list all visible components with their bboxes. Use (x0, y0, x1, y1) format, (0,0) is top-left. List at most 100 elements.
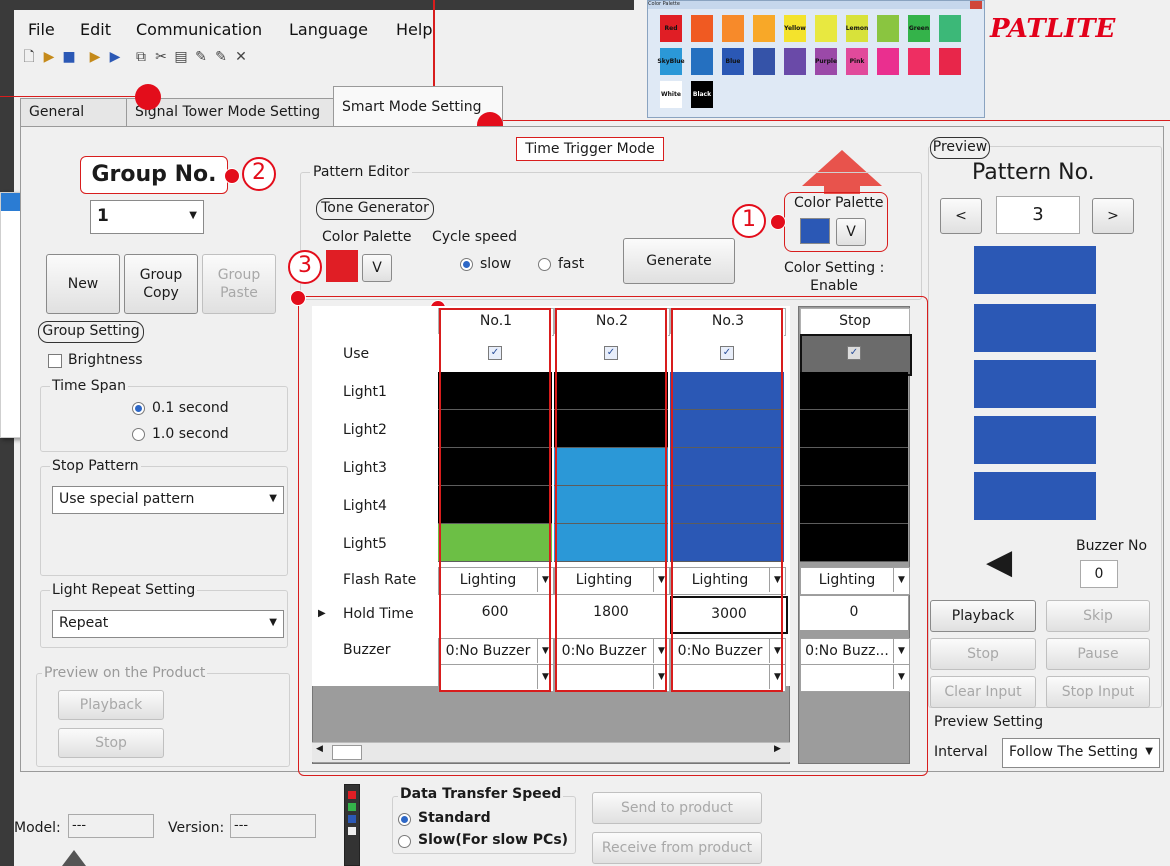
hold-time-cell[interactable]: 0 (800, 596, 908, 630)
palette-swatch[interactable]: Green (908, 15, 930, 42)
menu-edit[interactable]: Edit (80, 20, 111, 39)
palette-swatch[interactable] (939, 48, 961, 75)
buzzer-value: 0:No Buzz... (805, 643, 889, 659)
export-icon[interactable]: ▶ (106, 48, 124, 66)
grid-scrollbar[interactable]: ◀ ▶ (312, 742, 790, 762)
new-group-button[interactable]: New (46, 254, 120, 314)
delete-icon[interactable]: ✕ (232, 48, 250, 66)
mode-label: Time Trigger Mode (516, 137, 664, 161)
buzzer-no-label: Buzzer No (1076, 538, 1148, 554)
receive-from-product-button[interactable]: Receive from product (592, 832, 762, 864)
cycle-fast-radio[interactable] (538, 258, 551, 271)
palette-swatch[interactable] (753, 48, 775, 75)
palette-swatch[interactable]: White (660, 81, 682, 108)
row-label: Light1 (343, 384, 387, 400)
import-icon[interactable]: ▶ (86, 48, 104, 66)
column-highlight (671, 308, 783, 692)
slow-pc-label: Slow(For slow PCs) (418, 832, 569, 848)
group-copy-button[interactable]: Group Copy (124, 254, 198, 314)
flash-rate-select[interactable]: Lighting ▼ (800, 567, 910, 595)
palette-swatch[interactable] (908, 48, 930, 75)
buzzer-no-field[interactable]: 0 (1080, 560, 1118, 588)
light-cell[interactable] (800, 486, 908, 524)
speaker-icon: ◀ (986, 542, 1013, 582)
menu-communication[interactable]: Communication (136, 20, 262, 39)
edit-icon[interactable]: ✎ (192, 48, 210, 66)
copy-icon[interactable]: ⧉ (132, 48, 150, 66)
light-repeat-value: Repeat (59, 615, 109, 631)
send-to-product-button[interactable]: Send to product (592, 792, 762, 824)
menu-language[interactable]: Language (289, 20, 368, 39)
palette-swatch[interactable] (784, 48, 806, 75)
palette-swatch[interactable]: Black (691, 81, 713, 108)
preview-stop-button[interactable]: Stop (930, 638, 1036, 670)
palette-popup-title: Color Palette (648, 1, 680, 7)
palette-swatch[interactable] (722, 15, 744, 42)
light-cell[interactable] (800, 372, 908, 410)
scroll-right-icon[interactable]: ▶ (774, 744, 781, 754)
group-no-select[interactable]: 1 ▼ (90, 200, 204, 234)
empty-select[interactable]: ▼ (800, 664, 910, 692)
paste-icon[interactable]: ▤ (172, 48, 190, 66)
new-file-icon[interactable]: 🗋 (20, 48, 38, 66)
preview-light-5 (974, 472, 1096, 520)
interval-select[interactable]: Follow The Setting ▼ (1002, 738, 1160, 768)
edit-all-icon[interactable]: ✎ (212, 48, 230, 66)
palette-swatch[interactable] (939, 15, 961, 42)
palette-swatch[interactable]: SkyBlue (657, 48, 685, 75)
menu-file[interactable]: File (28, 20, 55, 39)
palette-swatch[interactable]: Purple (815, 48, 837, 75)
cycle-slow-radio[interactable] (460, 258, 473, 271)
standard-radio[interactable] (398, 813, 411, 826)
palette-swatch[interactable]: Blue (722, 48, 744, 75)
stop-pattern-select[interactable]: Use special pattern ▼ (52, 486, 284, 514)
pattern-prev-button[interactable]: < (940, 198, 982, 234)
palette-swatch[interactable]: Lemon (846, 15, 868, 42)
buzzer-select[interactable]: 0:No Buzz... ▼ (800, 638, 910, 666)
palette-swatch[interactable] (815, 15, 837, 42)
stop-input-button[interactable]: Stop Input (1046, 676, 1150, 708)
tone-generator-label: Tone Generator (316, 198, 434, 220)
product-playback-button[interactable]: Playback (58, 690, 164, 720)
light-cell[interactable] (800, 410, 908, 448)
row-label: Light5 (343, 536, 387, 552)
light-cell[interactable] (800, 524, 908, 562)
palette-swatch[interactable] (691, 48, 713, 75)
pattern-next-button[interactable]: > (1092, 198, 1134, 234)
color-palette-v-button[interactable]: V (836, 218, 866, 246)
palette-swatch[interactable] (877, 48, 899, 75)
palette-swatch[interactable] (877, 15, 899, 42)
scroll-left-icon[interactable]: ◀ (316, 744, 323, 754)
use-checkbox[interactable]: ✓ (847, 346, 861, 360)
generate-button[interactable]: Generate (623, 238, 735, 284)
preview-pause-button[interactable]: Pause (1046, 638, 1150, 670)
palette-swatch[interactable]: Pink (846, 48, 868, 75)
save-icon[interactable]: ■ (60, 48, 78, 66)
time-span-10-radio[interactable] (132, 428, 145, 441)
chevron-down-icon: ▼ (189, 210, 197, 221)
group-paste-button[interactable]: Group Paste (202, 254, 276, 314)
open-file-icon[interactable]: ▶ (40, 48, 58, 66)
cut-icon[interactable]: ✂ (152, 48, 170, 66)
color-palette-swatch[interactable] (800, 218, 830, 244)
palette-swatch[interactable] (753, 15, 775, 42)
tone-color-v-button[interactable]: V (362, 254, 392, 282)
scrollbar-thumb[interactable] (332, 745, 362, 760)
light-repeat-select[interactable]: Repeat ▼ (52, 610, 284, 638)
column-highlight (439, 308, 551, 692)
slow-pc-radio[interactable] (398, 835, 411, 848)
clear-input-button[interactable]: Clear Input (930, 676, 1036, 708)
palette-swatch[interactable] (691, 15, 713, 42)
palette-swatch[interactable]: Yellow (784, 15, 806, 42)
menu-help[interactable]: Help (396, 20, 432, 39)
time-span-01-radio[interactable] (132, 402, 145, 415)
tone-color-swatch[interactable] (326, 250, 358, 282)
brightness-checkbox[interactable] (48, 354, 62, 368)
product-stop-button[interactable]: Stop (58, 728, 164, 758)
palette-swatch[interactable]: Red (660, 15, 682, 42)
preview-playback-button[interactable]: Playback (930, 600, 1036, 632)
pattern-no-field[interactable]: 3 (996, 196, 1080, 234)
close-icon[interactable] (970, 1, 982, 9)
preview-skip-button[interactable]: Skip (1046, 600, 1150, 632)
light-cell[interactable] (800, 448, 908, 486)
